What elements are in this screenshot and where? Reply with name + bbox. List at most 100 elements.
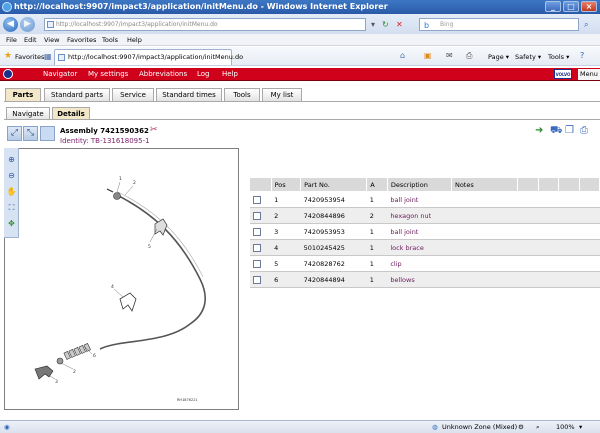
callout-label: 2 xyxy=(133,180,136,186)
page-icon xyxy=(58,54,65,61)
cell-description[interactable]: bellows xyxy=(387,271,452,288)
copy-icon[interactable]: ❐ xyxy=(565,125,574,137)
zoom-level[interactable]: 100% xyxy=(556,423,575,431)
row-checkbox[interactable] xyxy=(252,227,261,236)
url-text: http://localhost:9907/impact3/applicatio… xyxy=(56,21,218,28)
nav-navigator[interactable]: Navigator xyxy=(43,70,77,78)
menu-file[interactable]: File xyxy=(6,36,17,44)
row-checkbox[interactable] xyxy=(252,243,261,252)
protected-mode-icon[interactable]: ⚙ xyxy=(518,423,524,431)
print-parts-icon[interactable]: ⎙ xyxy=(580,125,588,137)
row-checkbox[interactable] xyxy=(252,195,261,204)
nav-help[interactable]: Help xyxy=(222,70,238,78)
search-icon[interactable]: ⌕ xyxy=(584,20,588,29)
safety-menu[interactable]: Safety ▾ xyxy=(515,53,541,61)
tools-icon[interactable]: ✂ xyxy=(150,125,158,135)
refresh-icon[interactable]: ↻ xyxy=(382,20,389,29)
tools-menu[interactable]: Tools ▾ xyxy=(548,53,569,61)
mail-icon[interactable]: ✉ xyxy=(446,51,453,60)
feeds-icon[interactable]: ▣ xyxy=(424,51,432,60)
cell-description[interactable]: ball joint xyxy=(387,223,452,240)
parts-table: Pos Part No. A Description Notes 1 74209… xyxy=(249,177,600,288)
col-extra-1 xyxy=(517,177,539,192)
col-description[interactable]: Description xyxy=(386,177,452,192)
favorites-button[interactable]: Favorites xyxy=(15,53,44,61)
ie-logo-icon xyxy=(2,2,12,12)
globe-icon: ◉ xyxy=(4,423,10,431)
window-titlebar: http://localhost:9907/impact3/applicatio… xyxy=(0,0,600,14)
tab-service[interactable]: Service xyxy=(112,88,154,101)
browser-tab[interactable]: http://localhost:9907/impact3/applicatio… xyxy=(54,49,243,65)
nav-abbreviations[interactable]: Abbreviations xyxy=(139,70,187,78)
stop-icon[interactable]: ✕ xyxy=(396,20,403,29)
cell-a: 2 xyxy=(366,207,388,224)
back-button[interactable]: ◀ xyxy=(3,17,18,32)
table-row[interactable]: 5 7420828762 1 clip xyxy=(249,255,600,272)
bing-logo-icon: b xyxy=(424,21,430,30)
menu-button[interactable]: Menu xyxy=(578,69,600,80)
row-checkbox[interactable] xyxy=(252,211,261,220)
tab-parts[interactable]: Parts xyxy=(5,88,41,101)
menu-view[interactable]: View xyxy=(44,36,59,44)
cell-description[interactable]: lock brace xyxy=(387,239,452,256)
dropdown-arrow-icon[interactable]: ▾ xyxy=(371,20,375,29)
cell-description[interactable]: clip xyxy=(387,255,452,272)
exploded-drawing[interactable]: 1 2 5 4 6 2 3 RH1876221 xyxy=(4,148,239,410)
col-notes[interactable]: Notes xyxy=(450,177,519,192)
cell-description[interactable]: hexagon nut xyxy=(387,207,452,224)
col-select xyxy=(249,177,272,192)
table-row[interactable]: 3 7420953953 1 ball joint xyxy=(249,223,600,240)
favorites-star-icon[interactable]: ★ xyxy=(4,51,12,61)
menu-edit[interactable]: Edit xyxy=(24,36,37,44)
col-a[interactable]: A xyxy=(366,177,388,192)
home-icon[interactable]: ⌂ xyxy=(400,51,405,60)
expand-icon[interactable]: ⤢ xyxy=(7,126,22,141)
row-checkbox[interactable] xyxy=(252,275,261,284)
tab-standard-parts[interactable]: Standard parts xyxy=(44,88,110,101)
next-arrow-icon[interactable]: ➜ xyxy=(535,125,543,137)
tab-tools[interactable]: Tools xyxy=(224,88,260,101)
cell-description[interactable]: ball joint xyxy=(387,191,452,208)
menu-favorites[interactable]: Favorites xyxy=(67,36,96,44)
table-row[interactable]: 1 7420953954 1 ball joint xyxy=(249,191,600,208)
url-field[interactable]: http://localhost:9907/impact3/applicatio… xyxy=(44,18,366,31)
menu-help[interactable]: Help xyxy=(127,36,142,44)
zoom-out-icon[interactable]: ⊖ xyxy=(6,170,17,181)
fit-window-icon[interactable]: ⛶ xyxy=(6,202,17,213)
print-icon[interactable]: ⎙ xyxy=(466,51,472,61)
zoom-dropdown-icon[interactable]: ▾ xyxy=(579,423,582,431)
collapse-icon[interactable]: ⤡ xyxy=(23,126,38,141)
security-zone: Unknown Zone (Mixed) xyxy=(442,423,518,431)
pan-hand-icon[interactable]: ✋ xyxy=(6,186,17,197)
table-row[interactable]: 4 5010245425 1 lock brace xyxy=(249,239,600,256)
window-icon[interactable] xyxy=(40,126,55,141)
table-row[interactable]: 2 7420844896 2 hexagon nut xyxy=(249,207,600,224)
table-row[interactable]: 6 7420844894 1 bellows xyxy=(249,271,600,288)
page-menu[interactable]: Page ▾ xyxy=(488,53,509,61)
nav-my-settings[interactable]: My settings xyxy=(88,70,128,78)
forward-button[interactable]: ▶ xyxy=(20,17,35,32)
cell-a: 1 xyxy=(366,239,388,256)
cell-a: 1 xyxy=(366,271,388,288)
nav-log[interactable]: Log xyxy=(197,70,210,78)
search-input[interactable]: b Bing xyxy=(419,18,579,31)
col-pos[interactable]: Pos xyxy=(270,177,302,192)
col-part-no[interactable]: Part No. xyxy=(300,177,368,192)
zoom-lens-icon[interactable]: ⌕ xyxy=(536,423,540,432)
cell-part-no: 5010245425 xyxy=(300,239,367,256)
move-arrows-icon[interactable]: ✥ xyxy=(6,218,17,229)
help-icon[interactable]: ? xyxy=(580,51,584,60)
tab-standard-times[interactable]: Standard times xyxy=(156,88,222,101)
close-window-button[interactable]: × xyxy=(581,1,597,12)
row-checkbox[interactable] xyxy=(252,259,261,268)
menu-tools[interactable]: Tools xyxy=(102,36,118,44)
maximize-button[interactable]: □ xyxy=(563,1,579,12)
zoom-in-icon[interactable]: ⊕ xyxy=(6,154,17,165)
tab-divider xyxy=(4,101,600,102)
tab-grid-icon[interactable]: ▦ xyxy=(44,52,52,61)
cart-icon[interactable]: ⛟ xyxy=(550,125,563,137)
callout-label: 1 xyxy=(119,176,122,182)
col-extra-2 xyxy=(537,177,560,192)
minimize-button[interactable]: _ xyxy=(545,1,561,12)
tab-my-list[interactable]: My list xyxy=(262,88,302,101)
